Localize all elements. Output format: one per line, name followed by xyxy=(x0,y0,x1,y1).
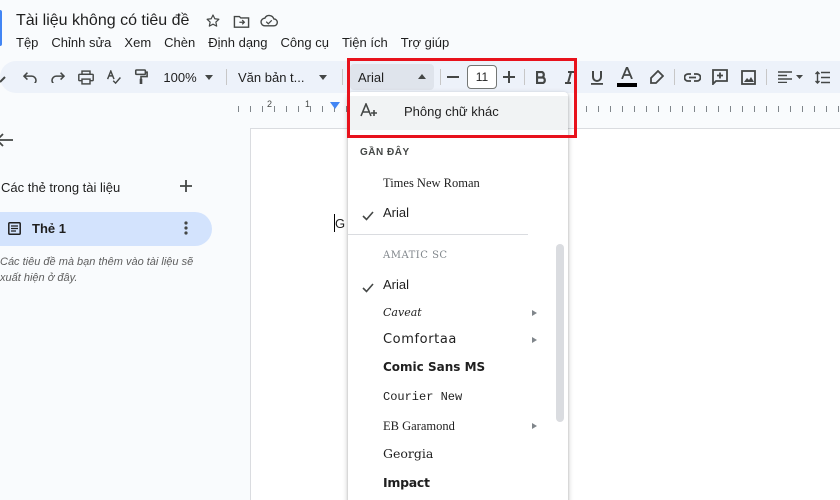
toolbar-divider xyxy=(342,69,343,85)
submenu-arrow-icon xyxy=(532,337,537,343)
font-item-georgia[interactable]: Georgia xyxy=(383,446,433,461)
toolbar-divider xyxy=(766,69,767,85)
recent-heading: GẦN ĐÂY xyxy=(360,147,410,158)
document-text[interactable]: G xyxy=(335,216,345,231)
font-item-amatic-sc[interactable]: AMATIC SC xyxy=(383,250,448,261)
line-spacing-icon[interactable] xyxy=(812,65,832,89)
submenu-arrow-icon xyxy=(532,310,537,316)
toolbar-divider xyxy=(674,69,675,85)
star-icon[interactable] xyxy=(203,11,223,31)
toolbar-divider xyxy=(226,69,227,85)
cloud-saved-icon[interactable] xyxy=(259,11,279,31)
menu-view[interactable]: Xem xyxy=(124,33,157,53)
google-docs-window: Tài liệu không có tiêu đề Tệp Chỉnh sửa … xyxy=(0,0,840,500)
menu-format[interactable]: Định dạng xyxy=(208,33,273,53)
spellcheck-icon[interactable] xyxy=(104,65,124,89)
add-tab-icon[interactable] xyxy=(178,178,194,194)
document-tab-icon xyxy=(8,222,22,236)
add-comment-icon[interactable] xyxy=(710,65,730,89)
menu-divider xyxy=(348,234,528,235)
font-item-arial-recent[interactable]: Arial xyxy=(383,205,409,220)
font-item-impact[interactable]: Impact xyxy=(383,475,430,490)
text-color-swatch xyxy=(617,83,637,87)
dropdown-scrollbar[interactable] xyxy=(556,244,564,422)
menu-edit[interactable]: Chỉnh sửa xyxy=(51,33,117,53)
zoom-select[interactable]: 100% xyxy=(160,65,216,89)
font-item-comfortaa[interactable]: Comfortaa xyxy=(383,332,457,347)
highlight-color-icon[interactable] xyxy=(646,65,666,89)
title-bar: Tài liệu không có tiêu đề xyxy=(0,0,840,46)
font-item-courier-new[interactable]: Courier New xyxy=(383,390,462,404)
search-menus-icon[interactable] xyxy=(0,65,8,89)
align-select[interactable] xyxy=(774,65,806,89)
ruler-number: 2 xyxy=(267,99,273,109)
undo-icon[interactable] xyxy=(20,65,40,89)
chevron-down-icon xyxy=(795,75,803,79)
back-arrow-icon[interactable] xyxy=(0,133,14,151)
indent-marker-icon[interactable] xyxy=(330,102,340,109)
insert-link-icon[interactable] xyxy=(682,65,702,89)
menu-help[interactable]: Trợ giúp xyxy=(401,33,456,53)
font-item-arial[interactable]: Arial xyxy=(383,277,409,292)
chevron-down-icon xyxy=(318,74,327,80)
docs-logo-icon[interactable] xyxy=(0,10,2,46)
font-item-comic-sans-ms[interactable]: Comic Sans MS xyxy=(383,360,485,374)
menu-extensions[interactable]: Tiện ích xyxy=(342,33,394,53)
menu-bar: Tệp Chỉnh sửa Xem Chèn Định dạng Công cụ… xyxy=(16,33,462,53)
tab-label[interactable]: Thẻ 1 xyxy=(32,221,66,236)
font-dropdown-menu: Phông chữ khác GẦN ĐÂY Times New Roman A… xyxy=(348,92,568,500)
underline-icon[interactable] xyxy=(588,65,606,89)
menu-tools[interactable]: Công cụ xyxy=(281,33,335,53)
align-left-icon xyxy=(777,71,792,83)
move-folder-icon[interactable] xyxy=(231,11,251,31)
redo-icon[interactable] xyxy=(48,65,68,89)
paint-format-icon[interactable] xyxy=(131,65,151,89)
style-value: Văn bản t... xyxy=(238,69,305,85)
document-title[interactable]: Tài liệu không có tiêu đề xyxy=(16,12,189,30)
font-item-eb-garamond[interactable]: EB Garamond xyxy=(383,419,455,434)
check-icon xyxy=(362,280,374,293)
zoom-value: 100% xyxy=(163,69,197,85)
more-vert-icon[interactable] xyxy=(180,220,192,236)
font-item-caveat[interactable]: Caveat xyxy=(383,306,422,319)
outline-heading: Các thẻ trong tài liệu xyxy=(1,180,121,195)
chevron-down-icon xyxy=(204,74,213,80)
ruler-number: 1 xyxy=(305,99,311,109)
annotation-highlight-box xyxy=(347,58,577,138)
menu-insert[interactable]: Chèn xyxy=(164,33,201,53)
font-item-times-new-roman[interactable]: Times New Roman xyxy=(383,176,480,191)
print-icon[interactable] xyxy=(76,65,96,89)
submenu-arrow-icon xyxy=(532,423,537,429)
style-select[interactable]: Văn bản t... xyxy=(238,65,334,89)
menu-file[interactable]: Tệp xyxy=(16,33,44,53)
outline-hint: Các tiêu đề mà bạn thêm vào tài liệu sẽ … xyxy=(0,256,194,284)
check-icon xyxy=(362,208,374,221)
insert-image-icon[interactable] xyxy=(738,65,758,89)
